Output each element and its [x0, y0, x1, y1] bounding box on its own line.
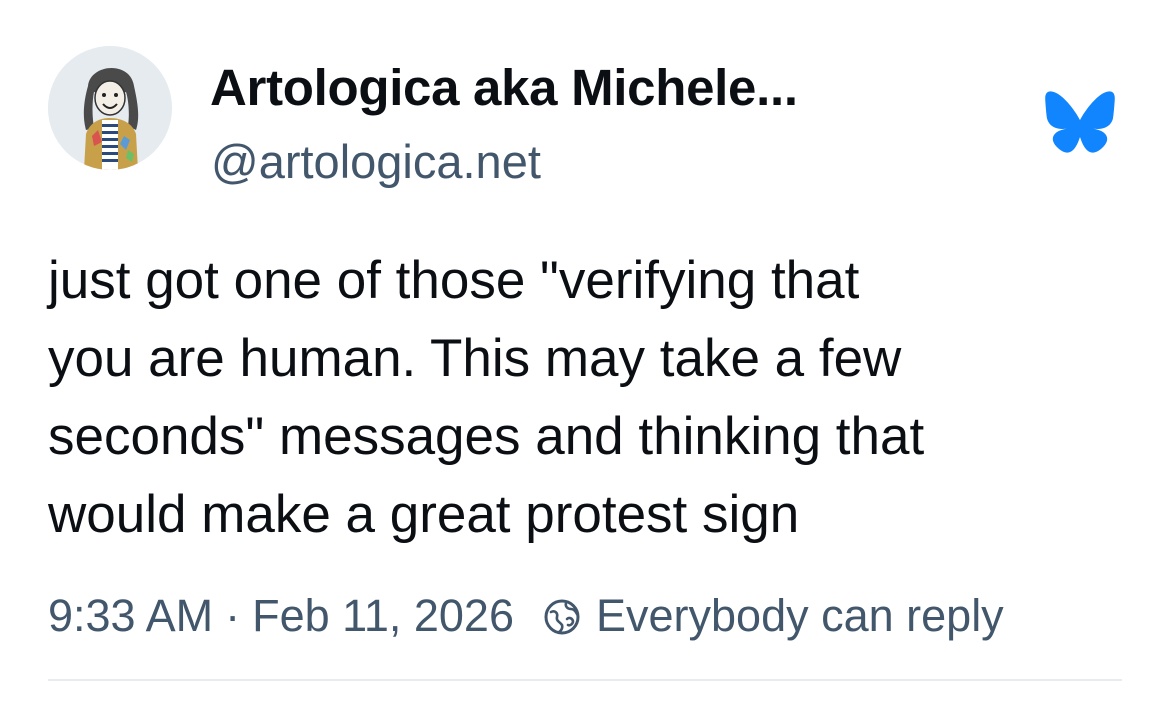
post-text: just got one of those "verifying that yo…: [48, 242, 1128, 554]
post-text-line: you are human. This may take a few: [48, 329, 902, 388]
author-display-name[interactable]: Artologica aka Michele...: [210, 58, 798, 117]
bluesky-butterfly-icon: [1044, 90, 1116, 154]
post-text-line: just got one of those "verifying that: [48, 251, 860, 310]
post-date[interactable]: Feb 11, 2026: [252, 590, 514, 642]
post-meta: 9:33 AM · Feb 11, 2026 Everybody can rep…: [48, 586, 1004, 646]
globe-reply-icon: [542, 596, 582, 636]
post-time[interactable]: 9:33 AM: [48, 590, 213, 642]
post-text-line: seconds" messages and thinking that: [48, 407, 925, 466]
avatar[interactable]: [48, 46, 172, 170]
author-handle[interactable]: @artologica.net: [211, 134, 541, 189]
post-text-line: would make a great protest sign: [48, 485, 800, 544]
reply-setting[interactable]: Everybody can reply: [596, 590, 1004, 642]
meta-separator: ·: [225, 590, 241, 641]
cartoon-girl-avatar-icon: [48, 46, 172, 170]
divider: [48, 679, 1122, 681]
